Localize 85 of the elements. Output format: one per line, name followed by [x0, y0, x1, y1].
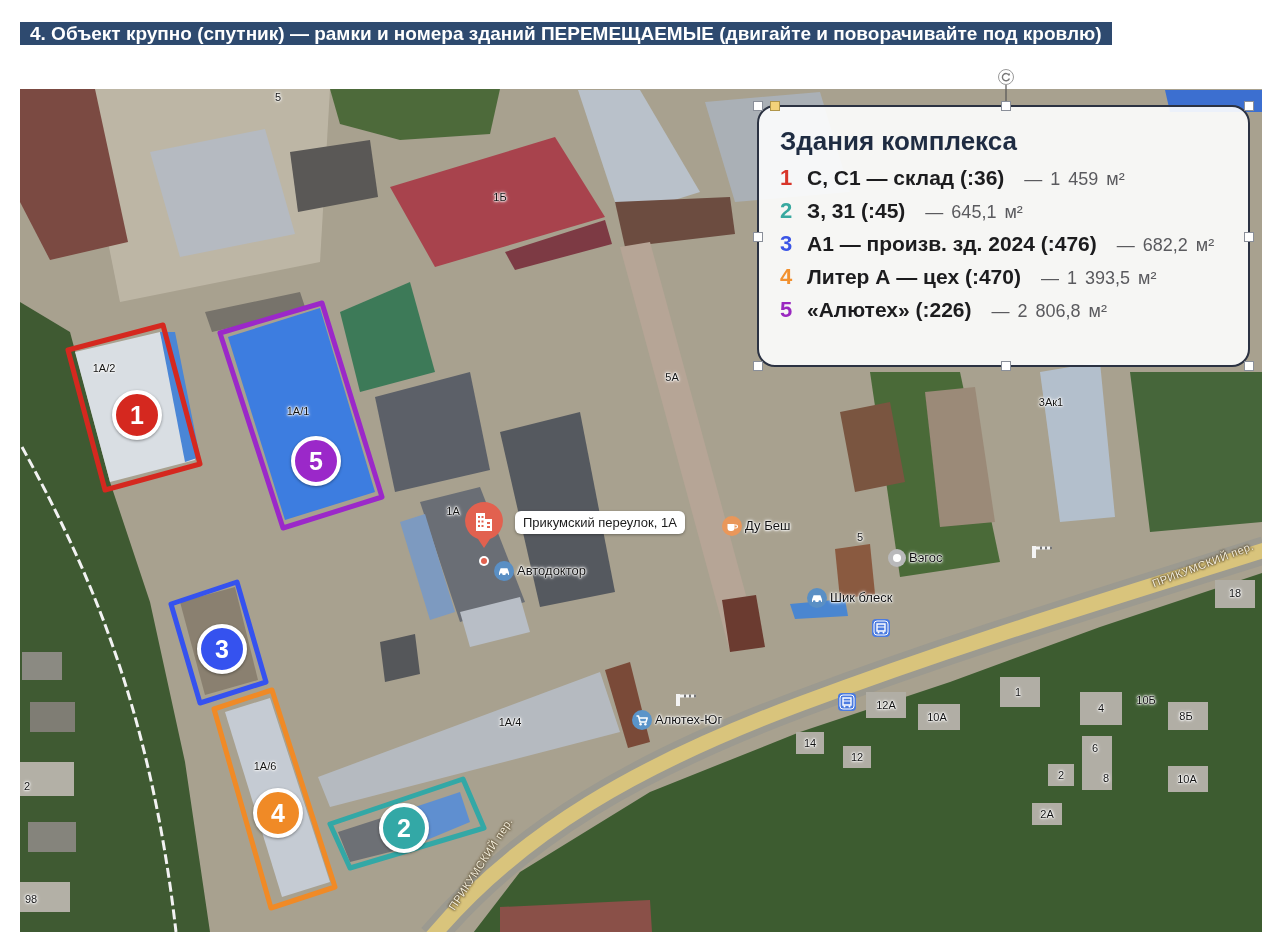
- legend-number: 2: [780, 197, 794, 225]
- house-roof: [20, 762, 74, 796]
- house-number: 1А/6: [253, 759, 277, 773]
- house-number: 2: [1057, 768, 1065, 782]
- house-roof: [1082, 736, 1112, 790]
- house-number: 12: [850, 750, 864, 764]
- barrier-icon: [1031, 544, 1053, 558]
- resize-handle[interactable]: [1001, 101, 1011, 111]
- house-roof: [1080, 692, 1122, 725]
- barrier-icon: [675, 692, 697, 706]
- legend-number: 3: [780, 230, 794, 258]
- house-roof: [22, 652, 62, 680]
- resize-handle[interactable]: [753, 361, 763, 371]
- house-roof: [1168, 702, 1208, 730]
- legend-label: З, 31 (:45): [807, 198, 906, 224]
- house-number: 98: [24, 892, 38, 906]
- legend-area: — 645,1 м²: [925, 196, 1023, 229]
- resize-handle[interactable]: [753, 232, 763, 242]
- house-number: 10Б: [1136, 693, 1156, 707]
- legend-label: Литер А — цех (:470): [807, 264, 1021, 290]
- house-number: 5: [274, 90, 282, 104]
- legend-area: — 2 806,8 м²: [991, 295, 1107, 328]
- resize-handle[interactable]: [1001, 361, 1011, 371]
- address-label[interactable]: Прикумский переулок, 1А: [515, 511, 685, 534]
- house-number: 2А: [1040, 807, 1054, 821]
- resize-handle[interactable]: [1244, 361, 1254, 371]
- house-number: 1Б: [493, 190, 507, 204]
- legend-title: Здания комплекса: [780, 126, 1019, 157]
- house-number: 8Б: [1179, 709, 1193, 723]
- house-number: 5: [856, 530, 864, 544]
- house-number: 6: [1091, 741, 1099, 755]
- house-number: 14: [803, 736, 817, 750]
- house-number: 1: [1014, 685, 1022, 699]
- bus-stop-icon: [838, 693, 856, 711]
- house-roof: [1048, 764, 1074, 786]
- legend-area: — 1 393,5 м²: [1040, 262, 1157, 295]
- section-heading: 4. Объект крупно (спутник) — рамки и номера зданий ПЕРЕМЕЩАЕМЫЕ (двигайте и поворачивайте под кровлю): [20, 22, 1112, 45]
- house-number: 5А: [665, 370, 679, 384]
- legend-label: С, С1 — склад (:36): [807, 165, 1005, 191]
- place-label[interactable]: Алютех-Юг: [655, 712, 723, 728]
- location-dot-icon: [479, 556, 489, 566]
- legend-label: А1 — произв. зд. 2024 (:476): [807, 231, 1097, 257]
- house-roof: [1000, 677, 1040, 707]
- house-roof: [866, 692, 906, 718]
- legend-label: «Алютех» (:226): [807, 297, 972, 323]
- house-number: 1А/4: [498, 715, 522, 729]
- house-number: 1А: [446, 504, 460, 518]
- house-roof: [843, 746, 871, 768]
- house-roof: [796, 732, 824, 754]
- rotate-handle-icon[interactable]: [997, 69, 1015, 101]
- house-roof: [20, 882, 70, 912]
- house-number: 1А/1: [286, 404, 310, 418]
- house-number: 18: [1228, 586, 1242, 600]
- legend-number: 5: [780, 296, 794, 324]
- house-roof: [1168, 766, 1208, 792]
- house-number: 2: [23, 779, 31, 793]
- building-frame[interactable]: [65, 322, 203, 493]
- house-number: 4: [1097, 701, 1105, 715]
- building-pin-icon[interactable]: [465, 502, 503, 548]
- house-number: 1А/2: [92, 361, 116, 375]
- cup-icon: [722, 516, 742, 536]
- resize-handle[interactable]: [753, 101, 763, 111]
- house-number: 10А: [1177, 772, 1197, 786]
- car-icon: [807, 588, 827, 608]
- resize-handle[interactable]: [1244, 232, 1254, 242]
- house-number: 10А: [927, 710, 947, 724]
- house-roof: [30, 702, 75, 732]
- anchor-handle[interactable]: [770, 101, 780, 111]
- place-label[interactable]: Ду Беш: [745, 518, 791, 534]
- cart-icon: [632, 710, 652, 730]
- house-roof: [918, 704, 960, 730]
- legend-area: — 1 459 м²: [1024, 163, 1125, 196]
- resize-handle[interactable]: [1244, 101, 1254, 111]
- building-frame[interactable]: [168, 579, 269, 706]
- house-roof: [1032, 803, 1062, 825]
- legend-number: 4: [780, 263, 794, 291]
- dot-icon: [888, 549, 906, 567]
- bus-stop-icon: [872, 619, 890, 637]
- car-icon: [494, 561, 514, 581]
- house-number: 3Ак1: [1038, 395, 1064, 409]
- house-number: 12А: [876, 698, 896, 712]
- house-roof: [28, 822, 76, 852]
- house-number: 8: [1102, 771, 1110, 785]
- legend-area: — 682,2 м²: [1116, 229, 1215, 262]
- legend-number: 1: [780, 164, 794, 192]
